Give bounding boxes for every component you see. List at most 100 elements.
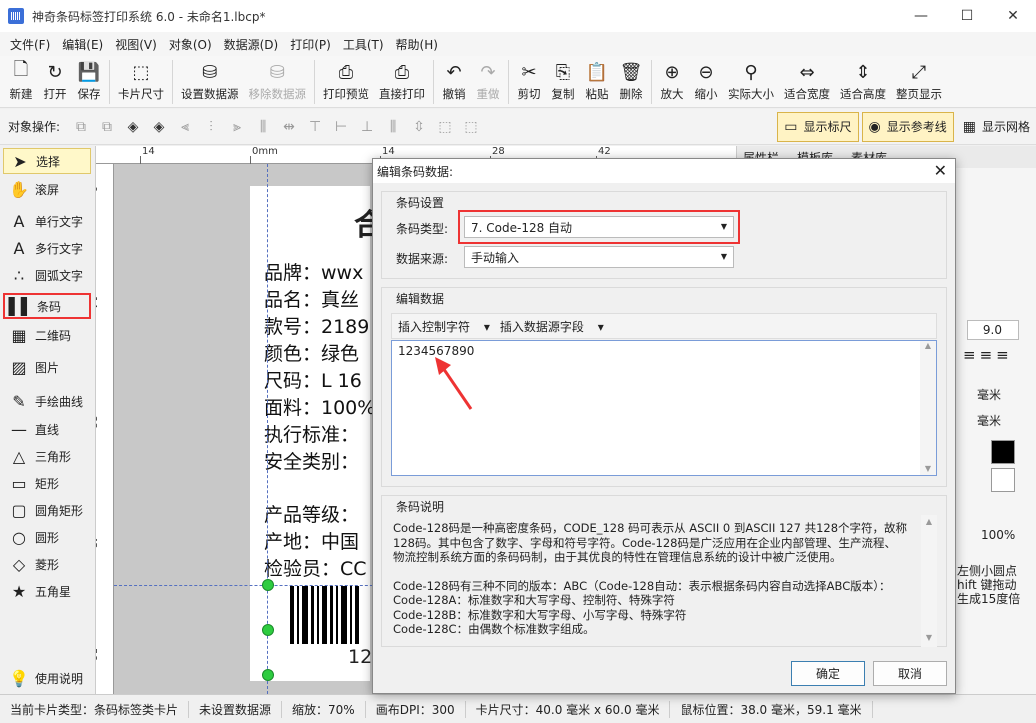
fit-width-button[interactable]: ⇔ 适合宽度: [779, 56, 835, 102]
tool-multi-line-text[interactable]: A 多行文字: [3, 235, 91, 261]
tool-cursor[interactable]: ➤ 选择: [3, 148, 91, 174]
tool-arc-text[interactable]: ∴ 圆弧文字: [3, 262, 91, 288]
data-source-select[interactable]: 手动输入 ▼: [464, 246, 734, 268]
tool-pen[interactable]: ✎ 手绘曲线: [3, 388, 91, 414]
text-align-icons[interactable]: ≡≡≡: [963, 346, 1013, 364]
hand-icon: ✋: [9, 179, 29, 199]
distribute-h-icon[interactable]: ⫼: [252, 116, 274, 138]
tool-image[interactable]: ▨ 图片: [3, 354, 91, 380]
tool-circle[interactable]: ○ 圆形: [3, 524, 91, 550]
insert-datasource-field-button[interactable]: 插入数据源字段 ▾: [500, 318, 604, 335]
label-line[interactable]: 产品等级：: [264, 500, 359, 527]
label-line[interactable]: 产地：中国: [264, 527, 359, 554]
same-height-icon[interactable]: ⇳: [408, 116, 430, 138]
layer-bottom-icon[interactable]: ◈: [148, 116, 170, 138]
undo-button[interactable]: ↶ 撤销: [437, 56, 471, 102]
label-line[interactable]: 颜色：绿色: [264, 339, 359, 366]
tool-hand[interactable]: ✋ 滚屏: [3, 176, 91, 202]
save-button[interactable]: 💾 保存: [72, 56, 106, 102]
redo-button[interactable]: ↷ 重做: [471, 56, 505, 102]
minimize-button[interactable]: —: [898, 0, 944, 32]
tool-single-line-text[interactable]: A 单行文字: [3, 208, 91, 234]
font-size-input[interactable]: 9.0: [967, 320, 1019, 340]
zoom-out-button[interactable]: ⊖ 缩小: [689, 56, 723, 102]
new-file-button[interactable]: 🗋 新建: [4, 56, 38, 102]
database-remove-button[interactable]: ⛁ 移除数据源: [244, 56, 312, 102]
printer-button[interactable]: ⎙ 直接打印: [374, 56, 430, 102]
align-center-icon[interactable]: ⫶: [200, 116, 222, 138]
align-left-icon[interactable]: ⫷: [174, 116, 196, 138]
tool-triangle[interactable]: △ 三角形: [3, 443, 91, 469]
show-grid-toggle[interactable]: ▦ 显示网格: [957, 112, 1036, 142]
show-guides-toggle[interactable]: ◉ 显示参考线: [861, 111, 954, 142]
tool-rounded-rect[interactable]: ▢ 圆角矩形: [3, 497, 91, 523]
fit-height-button[interactable]: ⇕ 适合高度: [835, 56, 891, 102]
database-button[interactable]: ⛁ 设置数据源: [176, 56, 244, 102]
insert-control-char-button[interactable]: 插入控制字符 ▾: [398, 318, 490, 335]
menu-file[interactable]: 文件(F): [4, 36, 56, 53]
label-line[interactable]: 检验员：CC: [264, 554, 367, 581]
paste-button[interactable]: 📋 粘贴: [580, 56, 614, 102]
fit-page-button[interactable]: ⤢ 整页显示: [891, 56, 947, 102]
toolbar-separator: [433, 60, 434, 104]
paste-icon: 📋: [585, 61, 609, 83]
label-line[interactable]: 面料：100%: [264, 393, 375, 420]
menu-tools[interactable]: 工具(T): [337, 36, 390, 53]
tool-star[interactable]: ★ 五角星: [3, 578, 91, 604]
tool-diamond[interactable]: ◇ 菱形: [3, 551, 91, 577]
print-preview-button[interactable]: ⎙ 打印预览: [318, 56, 374, 102]
menu-view[interactable]: 视图(V): [109, 36, 163, 53]
label-line[interactable]: 品名：真丝: [264, 285, 359, 312]
label-line[interactable]: 尺码：L 16: [264, 366, 362, 393]
align-right-icon[interactable]: ⫸: [226, 116, 248, 138]
align-top-icon[interactable]: ⊤: [304, 116, 326, 138]
label-line[interactable]: 执行标准：: [264, 420, 359, 447]
tool-rectangle[interactable]: ▭ 矩形: [3, 470, 91, 496]
actual-size-button[interactable]: ⚲ 实际大小: [723, 56, 779, 102]
tool-barcode[interactable]: ▌▌ 条码: [3, 293, 91, 319]
menu-help[interactable]: 帮助(H): [390, 36, 444, 53]
resize-handle[interactable]: [262, 669, 274, 681]
dialog-close-icon[interactable]: ✕: [934, 161, 947, 180]
cancel-button[interactable]: 取消: [873, 661, 947, 686]
menu-datasource[interactable]: 数据源(D): [218, 36, 285, 53]
label-line[interactable]: 款号：2189: [264, 312, 369, 339]
menu-edit[interactable]: 编辑(E): [56, 36, 109, 53]
tool-line[interactable]: — 直线: [3, 416, 91, 442]
group-icon[interactable]: ⬚: [434, 116, 456, 138]
copy-button[interactable]: ⎘ 复制: [546, 56, 580, 102]
cut-button[interactable]: ✂ 剪切: [512, 56, 546, 102]
same-width-icon[interactable]: ⇹: [278, 116, 300, 138]
layer-top-icon[interactable]: ◈: [122, 116, 144, 138]
show-ruler-toggle[interactable]: ▭ 显示标尺: [777, 111, 859, 142]
barcode-object[interactable]: 12: [268, 586, 378, 672]
label-line[interactable]: 安全类别：: [264, 447, 359, 474]
zoom-in-button[interactable]: ⊕ 放大: [655, 56, 689, 102]
resize-handle[interactable]: [262, 579, 274, 591]
color-swatch-white[interactable]: [991, 468, 1015, 492]
card-size-button[interactable]: ⬚ 卡片尺寸: [113, 56, 169, 102]
menu-object[interactable]: 对象(O): [163, 36, 218, 53]
status-card-type[interactable]: 当前卡片类型：条码标签类卡片: [0, 700, 190, 718]
ok-button[interactable]: 确定: [791, 661, 865, 686]
description-scrollbar[interactable]: ▲ ▼: [921, 515, 937, 647]
align-middle-icon[interactable]: ⊢: [330, 116, 352, 138]
close-button[interactable]: ✕: [990, 0, 1036, 32]
open-button[interactable]: ↻ 打开: [38, 56, 72, 102]
label-line[interactable]: 品牌：wwx: [264, 258, 363, 285]
main-toolbar: 🗋 新建 ↻ 打开 💾 保存 ⬚ 卡片尺寸 ⛁ 设置数据源 ⛁ 移除数据源 ⎙ 打印预览 ⎙ 直接打印 ↶ 撤销 ↷…: [0, 56, 1036, 108]
menu-print[interactable]: 打印(P): [284, 36, 337, 53]
color-swatch-black[interactable]: [991, 440, 1015, 464]
distribute-v-icon[interactable]: ⫼: [382, 116, 404, 138]
highlight-box: [458, 210, 740, 244]
layer-up-icon[interactable]: ⧉: [70, 116, 92, 138]
resize-handle[interactable]: [262, 624, 274, 636]
layer-down-icon[interactable]: ⧉: [96, 116, 118, 138]
textarea-scrollbar[interactable]: ▲ ▼: [920, 341, 936, 475]
ungroup-icon[interactable]: ⬚: [460, 116, 482, 138]
tool-lightbulb[interactable]: 💡 使用说明: [3, 665, 91, 691]
delete-button[interactable]: 🗑 删除: [614, 56, 648, 102]
maximize-button[interactable]: ☐: [944, 0, 990, 32]
tool-qrcode[interactable]: ▦ 二维码: [3, 322, 91, 348]
align-bottom-icon[interactable]: ⊥: [356, 116, 378, 138]
